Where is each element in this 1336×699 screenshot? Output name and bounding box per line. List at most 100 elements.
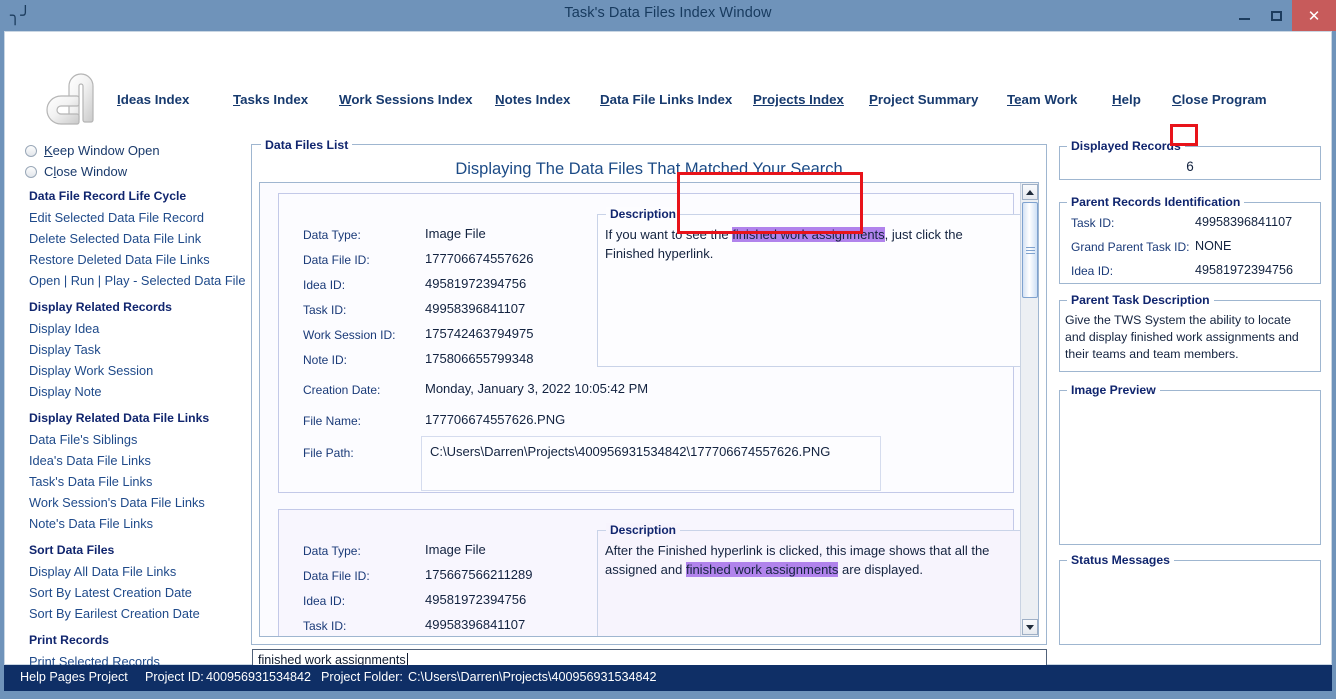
radio-keep-window-open[interactable]: Keep Window Open (25, 141, 160, 160)
displayed-records-legend: Displayed Records (1067, 139, 1185, 153)
field-value-idea-id: 49581972394756 (425, 276, 527, 291)
grand-parent-task-id-label: Grand Parent Task ID: (1071, 240, 1190, 254)
parent-task-id-label: Task ID: (1071, 216, 1115, 230)
description-legend: Description (606, 207, 681, 221)
field-value-work-session-id: 175742463794975 (425, 326, 534, 341)
sidebar-section-heading: Display Related Records (29, 300, 172, 314)
sidebar-section-heading: Data File Record Life Cycle (29, 189, 187, 203)
field-value-creation-date: Monday, January 3, 2022 10:05:42 PM (425, 381, 649, 396)
parent-task-id-value: 49958396841107 (1195, 215, 1293, 229)
radio-label: Keep Window Open (44, 143, 160, 158)
scroll-up-button[interactable] (1022, 184, 1038, 200)
status-bar: Help Pages Project Project ID: 400956931… (4, 665, 1332, 691)
status-project-id: 400956931534842 (206, 670, 312, 684)
radio-close-window[interactable]: Close Window (25, 162, 127, 181)
status-project-folder-label: Project Folder: (321, 670, 403, 684)
nav-item-project-summary[interactable]: Project Summary (869, 92, 978, 107)
sidebar-item-delete-selected-data-file-link[interactable]: Delete Selected Data File Link (29, 231, 201, 246)
field-label-note-id: Note ID: (303, 353, 348, 367)
nav-item-ideas-index[interactable]: Ideas Index (117, 92, 189, 107)
field-value-note-id: 175806655799348 (425, 351, 534, 366)
nav-item-help[interactable]: Help (1112, 92, 1141, 107)
close-button[interactable]: ✕ (1292, 0, 1336, 31)
sidebar-item-data-file-s-siblings[interactable]: Data File's Siblings (29, 432, 137, 447)
sidebar-item-display-idea[interactable]: Display Idea (29, 321, 99, 336)
nav-item-work-sessions-index[interactable]: Work Sessions Index (339, 92, 473, 107)
maximize-icon (1270, 10, 1282, 21)
field-value-data-type: Image File (425, 542, 486, 557)
scroll-down-button[interactable] (1022, 619, 1038, 635)
sidebar-item-display-task[interactable]: Display Task (29, 342, 101, 357)
nav-item-team-work[interactable]: Team Work (1007, 92, 1077, 107)
sidebar-item-display-note[interactable]: Display Note (29, 384, 102, 399)
maximize-button[interactable] (1260, 0, 1292, 31)
nav-item-close-program[interactable]: Close Program (1172, 92, 1267, 107)
sidebar: Keep Window Open Close Window Data File Re… (13, 136, 245, 669)
highlighted-text: finished work assignments (732, 227, 885, 242)
parent-task-description-text: Give the TWS System the ability to locat… (1065, 313, 1299, 361)
minimize-button[interactable] (1228, 0, 1260, 31)
nav-item-data-file-links-index[interactable]: Data File Links Index (600, 92, 732, 107)
field-label-data-type: Data Type: (303, 228, 361, 242)
sidebar-item-task-s-data-file-links[interactable]: Task's Data File Links (29, 474, 152, 489)
status-project-name: Help Pages Project (20, 670, 128, 684)
sidebar-item-idea-s-data-file-links[interactable]: Idea's Data File Links (29, 453, 151, 468)
sidebar-item-edit-selected-data-file-record[interactable]: Edit Selected Data File Record (29, 210, 204, 225)
record-card[interactable]: Data Type: Image File Data File ID: 1777… (278, 193, 1021, 493)
description-box[interactable]: Description If you want to see the finis… (597, 207, 1021, 367)
image-preview-legend: Image Preview (1067, 383, 1160, 397)
field-label-task-id: Task ID: (303, 303, 347, 317)
sidebar-item-display-all-data-file-links[interactable]: Display All Data File Links (29, 564, 176, 579)
description-text: If you want to see the finished work ass… (605, 225, 1015, 263)
nav-item-projects-index[interactable]: Projects Index (753, 92, 844, 107)
image-preview-panel[interactable] (1059, 390, 1321, 545)
records-scroll-area[interactable]: Data Type: Image File Data File ID: 1777… (259, 182, 1039, 637)
scrollbar-thumb[interactable] (1022, 202, 1038, 298)
sidebar-item-display-work-session[interactable]: Display Work Session (29, 363, 153, 378)
displayed-records-count: 6 (1186, 159, 1194, 174)
vertical-scrollbar[interactable] (1020, 183, 1038, 636)
parent-idea-id-label: Idea ID: (1071, 264, 1114, 278)
record-card[interactable]: Data Type: Image File Data File ID: 1756… (278, 509, 1021, 636)
description-box[interactable]: Description After the Finished hyperlink… (597, 523, 1021, 636)
field-label-creation-date: Creation Date: (303, 383, 381, 397)
status-project-folder: C:\Users\Darren\Projects\400956931534842 (408, 670, 657, 684)
close-icon: ✕ (1307, 7, 1321, 25)
scrollbar-grip-icon (1026, 247, 1035, 254)
parent-idea-id-value: 49581972394756 (1195, 263, 1294, 277)
arrow-up-icon (1026, 189, 1034, 195)
sidebar-item-sort-by-latest-creation-date[interactable]: Sort By Latest Creation Date (29, 585, 192, 600)
description-legend: Description (606, 523, 681, 537)
title-bar: ╮╯ Task's Data Files Index Window ✕ (0, 0, 1336, 31)
sidebar-section-heading: Display Related Data File Links (29, 411, 210, 425)
field-value-idea-id: 49581972394756 (425, 592, 527, 607)
radio-indicator-icon (25, 144, 37, 157)
description-run: are displayed. (838, 562, 923, 577)
field-label-task-id: Task ID: (303, 619, 347, 633)
minimize-icon (1238, 17, 1250, 20)
client-area: Ideas Index Tasks Index Work Sessions Inde… (4, 31, 1332, 690)
status-messages-legend: Status Messages (1067, 553, 1174, 567)
field-value-task-id: 49958396841107 (425, 301, 526, 316)
grand-parent-task-id-value: NONE (1195, 239, 1232, 253)
sidebar-item-restore-deleted-data-file-links[interactable]: Restore Deleted Data File Links (29, 252, 210, 267)
radio-indicator-icon (25, 165, 37, 178)
main-navigation: Ideas Index Tasks Index Work Sessions Inde… (117, 92, 1297, 114)
field-label-work-session-id: Work Session ID: (303, 328, 396, 342)
field-label-data-type: Data Type: (303, 544, 361, 558)
application-window: ╮╯ Task's Data Files Index Window ✕ Idea… (0, 0, 1336, 699)
field-label-file-path: File Path: (303, 446, 354, 460)
sidebar-item-sort-by-earilest-creation-date[interactable]: Sort By Earilest Creation Date (29, 606, 200, 621)
field-label-file-name: File Name: (303, 414, 362, 428)
status-messages-panel[interactable] (1059, 560, 1321, 645)
nav-item-notes-index[interactable]: Notes Index (495, 92, 570, 107)
file-path-box[interactable]: C:\Users\Darren\Projects\400956931534842… (421, 436, 881, 491)
sidebar-item-note-s-data-file-links[interactable]: Note's Data File Links (29, 516, 153, 531)
field-label-data-file-id: Data File ID: (303, 569, 370, 583)
status-project-id-label: Project ID: (145, 670, 204, 684)
nav-item-tasks-index[interactable]: Tasks Index (233, 92, 308, 107)
parent-records-legend: Parent Records Identification (1067, 195, 1245, 209)
sidebar-item-open-run-play-selected-data-file[interactable]: Open | Run | Play - Selected Data File (29, 273, 245, 288)
sidebar-item-work-session-s-data-file-links[interactable]: Work Session's Data File Links (29, 495, 205, 510)
highlighted-text: finished work assignments (685, 562, 839, 577)
